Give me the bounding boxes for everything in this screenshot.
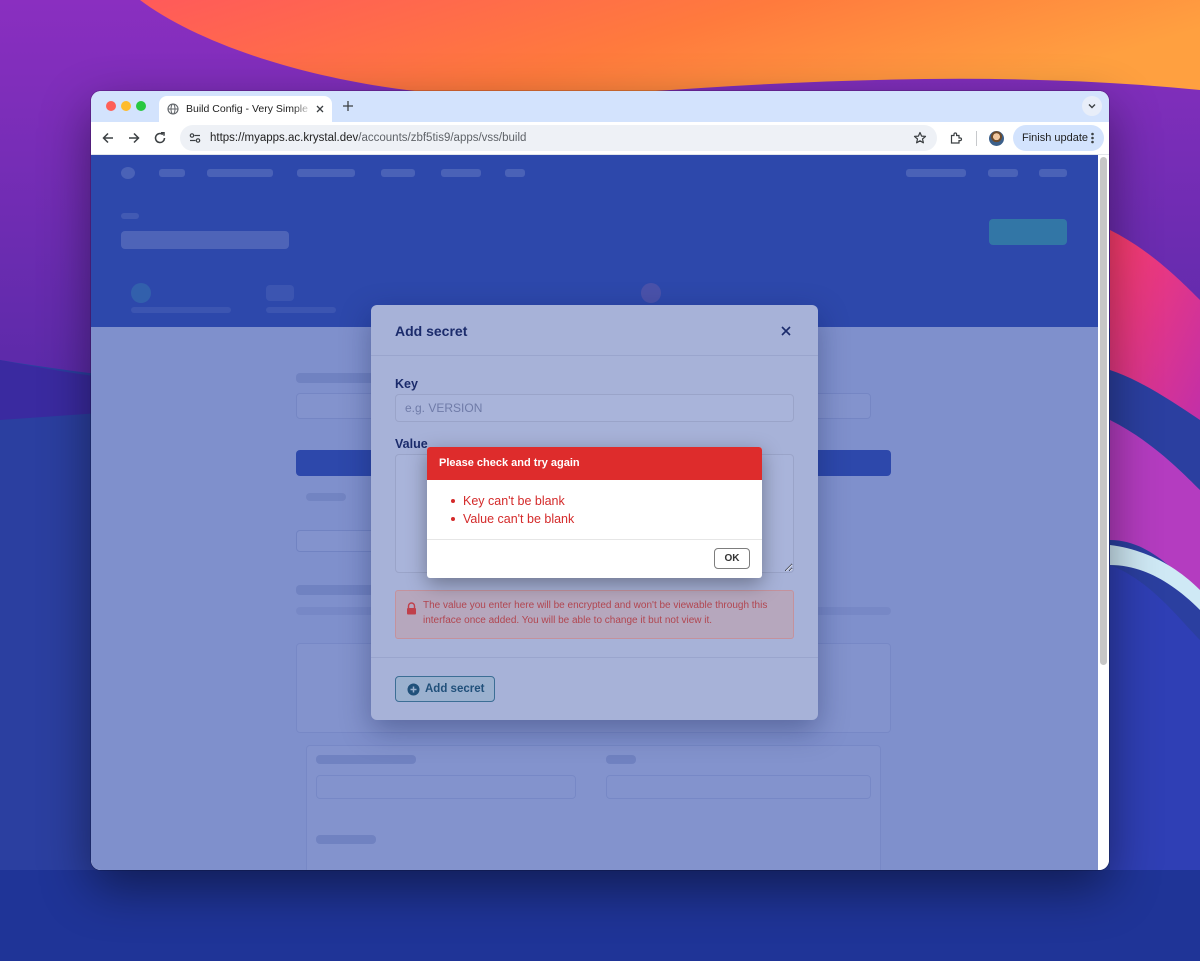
encryption-notice: The value you enter here will be encrypt… [395, 590, 794, 639]
notice-text: The value you enter here will be encrypt… [423, 600, 768, 626]
close-icon[interactable] [314, 103, 326, 115]
site-settings-icon[interactable] [188, 131, 202, 145]
key-input[interactable] [395, 394, 794, 422]
extensions-puzzle-icon[interactable] [949, 131, 963, 145]
browser-window: Build Config - Very Simple Si https://my… [91, 91, 1109, 870]
plus-circle-icon [407, 683, 420, 696]
value-label: Value [395, 437, 428, 451]
tab-search-chevron-icon[interactable] [1082, 96, 1102, 116]
error-item: Key can't be blank [451, 492, 574, 510]
toolbar-divider [976, 131, 977, 146]
error-item: Value can't be blank [451, 510, 574, 528]
kebab-menu-icon[interactable] [1091, 131, 1094, 145]
bookmark-star-icon[interactable] [913, 131, 927, 145]
scrollbar-thumb[interactable] [1100, 157, 1107, 665]
profile-avatar[interactable] [989, 131, 1004, 146]
url-path: /accounts/zbf5tis9/apps/vss/build [358, 132, 527, 144]
reload-icon[interactable] [153, 131, 167, 145]
tab-strip: Build Config - Very Simple Si [91, 91, 1109, 122]
error-list: Key can't be blank Value can't be blank [451, 492, 574, 528]
new-tab-icon[interactable] [341, 99, 355, 113]
add-secret-label: Add secret [425, 683, 485, 695]
add-secret-button[interactable]: Add secret [395, 676, 495, 702]
key-label: Key [395, 377, 418, 391]
globe-icon [167, 103, 179, 115]
ok-button[interactable]: OK [714, 548, 750, 569]
minimize-window-button[interactable] [121, 101, 131, 111]
address-bar[interactable]: https://myapps.ac.krystal.dev/accounts/z… [180, 125, 937, 151]
close-icon[interactable] [779, 324, 793, 338]
lock-icon [406, 602, 417, 615]
modal-divider [371, 355, 818, 356]
modal-divider [371, 657, 818, 658]
url-host: https://myapps.ac.krystal.dev [210, 132, 359, 144]
alert-divider [427, 539, 762, 540]
finish-update-label: Finish update [1022, 132, 1089, 144]
close-window-button[interactable] [106, 101, 116, 111]
forward-arrow-icon[interactable] [127, 131, 141, 145]
zoom-window-button[interactable] [136, 101, 146, 111]
browser-toolbar: https://myapps.ac.krystal.dev/accounts/z… [91, 122, 1109, 155]
browser-tab-active[interactable]: Build Config - Very Simple Si [159, 96, 332, 122]
back-arrow-icon[interactable] [101, 131, 115, 145]
error-alert-dialog: Please check and try again Key can't be … [427, 447, 762, 578]
finish-update-button[interactable]: Finish update [1013, 125, 1104, 151]
tab-title: Build Config - Very Simple Si [186, 103, 312, 115]
url-text: https://myapps.ac.krystal.dev/accounts/z… [210, 132, 526, 144]
modal-title: Add secret [395, 323, 468, 339]
alert-title: Please check and try again [427, 447, 762, 480]
